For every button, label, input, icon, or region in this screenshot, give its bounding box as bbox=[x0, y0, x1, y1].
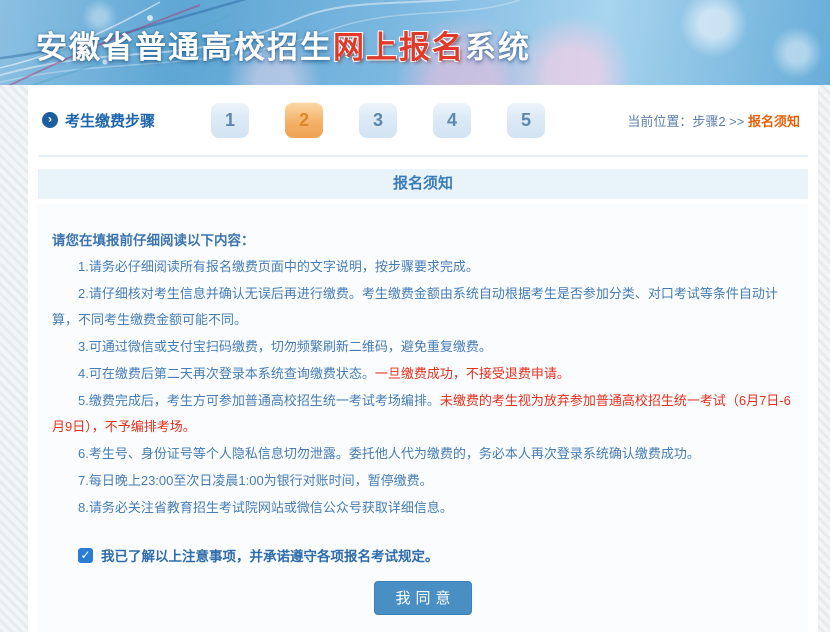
step-indicator: 12345 bbox=[211, 102, 545, 138]
notice-item-warning: 一旦缴费成功，不接受退费申请。 bbox=[375, 366, 570, 381]
notice-title-bar: 报名须知 bbox=[38, 169, 808, 199]
steps-header-label: 考生缴费步骤 bbox=[65, 110, 155, 131]
notice-item: 6.考生号、身份证号等个人隐私信息切勿泄露。委托他人代为缴费的，务必本人再次登录… bbox=[52, 441, 794, 467]
steps-row: › 考生缴费步骤 12345 当前位置：步骤2 >> 报名须知 bbox=[28, 85, 818, 155]
notice-item: 1.请务必仔细阅读所有报名缴费页面中的文字说明，按步骤要求完成。 bbox=[52, 254, 794, 280]
notice-item-text: 2.请仔细核对考生信息并确认无误后再进行缴费。考生缴费金额由系统自动根据考生是否… bbox=[52, 286, 778, 327]
notice-item-text: 4.可在缴费后第二天再次登录本系统查询缴费状态。 bbox=[78, 366, 375, 381]
step-badge: 1 bbox=[211, 102, 249, 138]
breadcrumb-current[interactable]: 报名须知 bbox=[748, 114, 800, 129]
notice-title: 报名须知 bbox=[393, 175, 453, 192]
notice-item: 2.请仔细核对考生信息并确认无误后再进行缴费。考生缴费金额由系统自动根据考生是否… bbox=[52, 281, 794, 333]
step-badge: 4 bbox=[433, 102, 471, 138]
step-badge: 3 bbox=[359, 102, 397, 138]
notice-item: 3.可通过微信或支付宝扫码缴费，切勿频繁刷新二维码，避免重复缴费。 bbox=[52, 334, 794, 360]
notice-item: 4.可在缴费后第二天再次登录本系统查询缴费状态。一旦缴费成功，不接受退费申请。 bbox=[52, 361, 794, 387]
header-banner: 安徽省普通高校招生网上报名系统 bbox=[0, 0, 830, 85]
step-badge: 2 bbox=[285, 102, 323, 138]
agree-row: ✓ 我已了解以上注意事项，并承诺遵守各项报名考试规定。 bbox=[78, 545, 794, 565]
notice-item: 7.每日晚上23:00至次日凌晨1:00为银行对账时间，暂停缴费。 bbox=[52, 468, 794, 494]
notice-intro: 请您在填报前仔细阅读以下内容： bbox=[52, 228, 794, 254]
notice-item-text: 7.每日晚上23:00至次日凌晨1:00为银行对账时间，暂停缴费。 bbox=[78, 473, 433, 488]
agree-checkbox[interactable]: ✓ bbox=[78, 548, 93, 563]
notice-item-text: 1.请务必仔细阅读所有报名缴费页面中的文字说明，按步骤要求完成。 bbox=[78, 259, 479, 274]
notice-item-text: 8.请务必关注省教育招生考试院网站或微信公众号获取详细信息。 bbox=[78, 500, 453, 515]
agree-label: 我已了解以上注意事项，并承诺遵守各项报名考试规定。 bbox=[101, 545, 439, 565]
button-row: 我同意 bbox=[52, 581, 794, 615]
notice-item-text: 6.考生号、身份证号等个人隐私信息切勿泄露。委托他人代为缴费的，务必本人再次登录… bbox=[78, 446, 700, 461]
step-badge: 5 bbox=[507, 102, 545, 138]
app-title: 安徽省普通高校招生网上报名系统 bbox=[36, 22, 531, 67]
notice-panel: 请您在填报前仔细阅读以下内容： 1.请务必仔细阅读所有报名缴费页面中的文字说明，… bbox=[38, 204, 808, 632]
notice-item-text: 5.缴费完成后，考生方可参加普通高校招生统一考试考场编排。 bbox=[78, 393, 440, 408]
notice-item-text: 3.可通过微信或支付宝扫码缴费，切勿频繁刷新二维码，避免重复缴费。 bbox=[78, 339, 492, 354]
agree-button[interactable]: 我同意 bbox=[374, 581, 471, 615]
notice-item: 5.缴费完成后，考生方可参加普通高校招生统一考试考场编排。未缴费的考生视为放弃参… bbox=[52, 388, 794, 440]
content-card: › 考生缴费步骤 12345 当前位置：步骤2 >> 报名须知 报名须知 请您在… bbox=[28, 85, 818, 632]
notice-list: 1.请务必仔细阅读所有报名缴费页面中的文字说明，按步骤要求完成。 2.请仔细核对考… bbox=[52, 254, 794, 521]
notice-item: 8.请务必关注省教育招生考试院网站或微信公众号获取详细信息。 bbox=[52, 495, 794, 521]
steps-divider bbox=[38, 155, 808, 157]
app-title-highlight: 网上报名 bbox=[333, 30, 465, 65]
steps-header: › 考生缴费步骤 bbox=[42, 110, 155, 131]
breadcrumb-prefix: 当前位置：步骤2 >> bbox=[627, 114, 744, 129]
breadcrumb: 当前位置：步骤2 >> 报名须知 bbox=[627, 111, 800, 130]
app-title-part3: 系统 bbox=[465, 30, 531, 65]
chevron-bullet-icon: › bbox=[42, 112, 58, 128]
app-title-part1: 安徽省普通高校招生 bbox=[36, 30, 333, 65]
